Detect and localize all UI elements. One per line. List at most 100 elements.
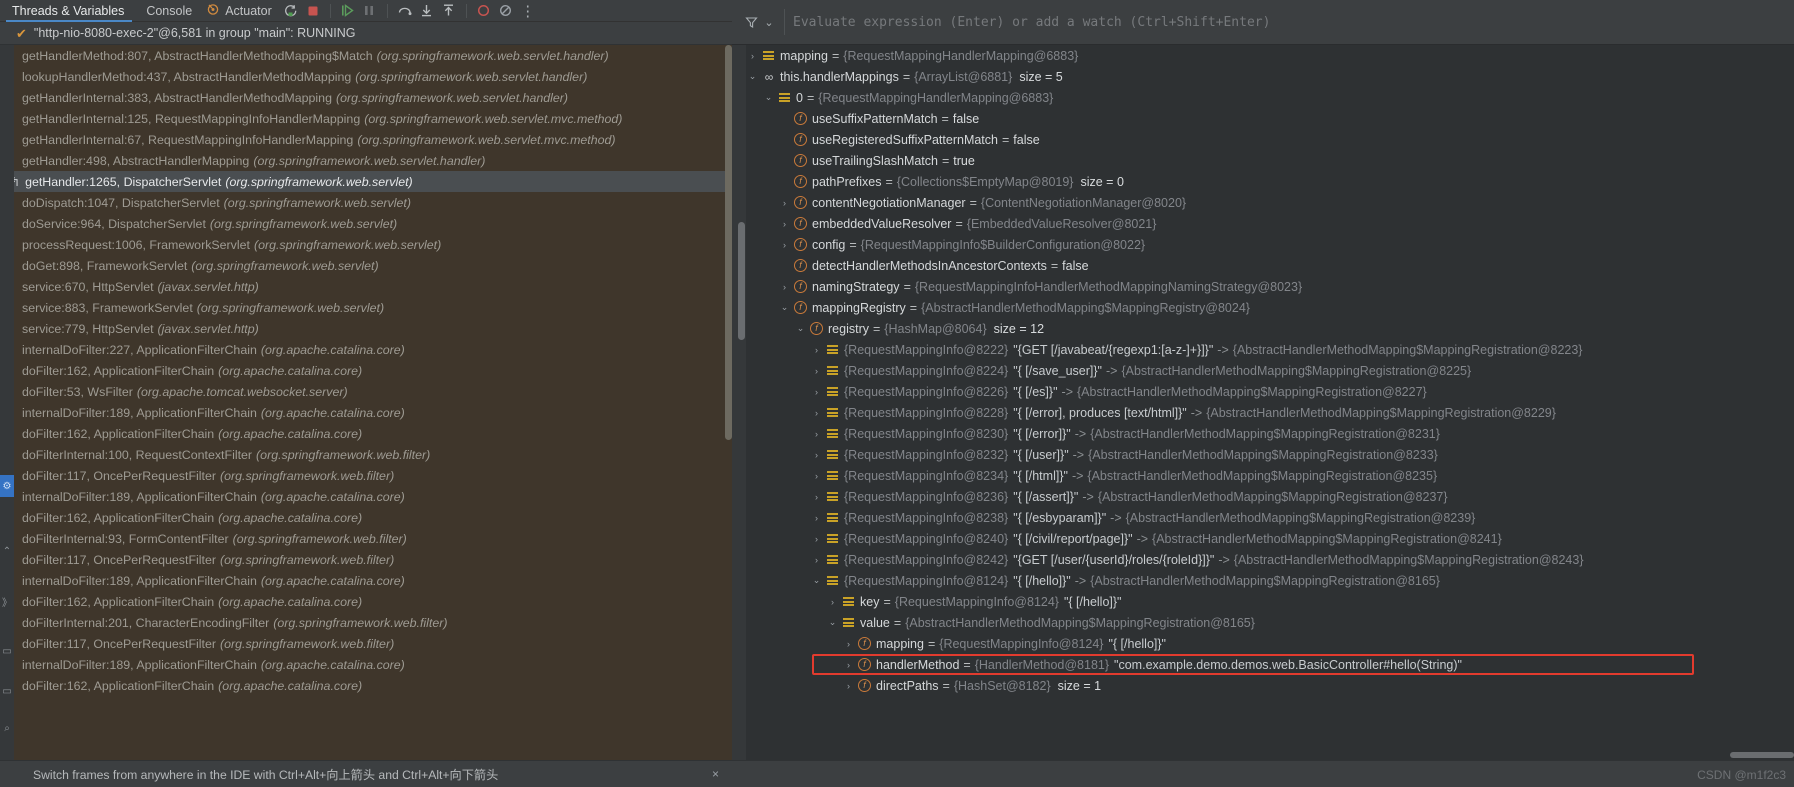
- chevron-right-icon[interactable]: ›: [826, 597, 839, 607]
- frame-strip-icon[interactable]: ▭: [0, 640, 14, 662]
- variable-row[interactable]: › f namingStrategy = {RequestMappingInfoHand…: [732, 276, 1794, 297]
- frame-row[interactable]: internalDoFilter:189, ApplicationFilterC…: [0, 654, 732, 675]
- frame-row[interactable]: doFilter:53, WsFilter (org.apache.tomcat.…: [0, 381, 732, 402]
- resume-program-icon[interactable]: [337, 1, 359, 21]
- chevron-right-icon[interactable]: ›: [810, 471, 823, 481]
- frame-row[interactable]: doFilter:162, ApplicationFilterChain (org…: [0, 675, 732, 696]
- variable-row[interactable]: ⌄ value = {AbstractHandlerMethodMapping$Map…: [732, 612, 1794, 633]
- frame-row[interactable]: doGet:898, FrameworkServlet (org.springfr…: [0, 255, 732, 276]
- chevron-down-icon[interactable]: ⌄: [826, 617, 839, 628]
- chevron-right-icon[interactable]: ›: [778, 282, 791, 292]
- chevron-strip-icon[interactable]: ⌃: [0, 540, 14, 562]
- horizontal-scrollbar[interactable]: [1730, 752, 1794, 758]
- variables-tree[interactable]: › mapping = {RequestMappingHandlerMapping@6…: [732, 45, 1794, 760]
- variable-row[interactable]: › {RequestMappingInfo@8222} "{GET [/javabe…: [732, 339, 1794, 360]
- variable-row[interactable]: › {RequestMappingInfo@8236} "{ [/assert]}"…: [732, 486, 1794, 507]
- frame-row[interactable]: service:883, FrameworkServlet (org.spring…: [0, 297, 732, 318]
- frame-row[interactable]: doFilter:162, ApplicationFilterChain (org…: [0, 507, 732, 528]
- chevron-right-icon[interactable]: ›: [810, 534, 823, 544]
- rerun-icon[interactable]: [280, 1, 302, 21]
- variable-row[interactable]: › f config = {RequestMappingInfo$BuilderConf…: [732, 234, 1794, 255]
- frame-row[interactable]: getHandlerInternal:383, AbstractHandlerM…: [0, 87, 732, 108]
- frame-row[interactable]: getHandlerInternal:125, RequestMappingIn…: [0, 108, 732, 129]
- variable-row[interactable]: ·f useTrailingSlashMatch=true: [732, 150, 1794, 171]
- frames-panel[interactable]: getHandlerMethod:807, AbstractHandlerMet…: [0, 45, 732, 760]
- actuator-button[interactable]: Actuator: [202, 2, 280, 19]
- tab-console[interactable]: Console: [134, 0, 202, 22]
- variable-row[interactable]: › {RequestMappingInfo@8232} "{ [/user]}" ->…: [732, 444, 1794, 465]
- frame-row[interactable]: getHandler:498, AbstractHandlerMapping (o…: [0, 150, 732, 171]
- frame-row[interactable]: doFilter:117, OncePerRequestFilter (org.s…: [0, 465, 732, 486]
- variable-row[interactable]: ·f useRegisteredSuffixPatternMatch=false: [732, 129, 1794, 150]
- view-breakpoints-icon[interactable]: [473, 1, 495, 21]
- frame-row[interactable]: internalDoFilter:189, ApplicationFilterC…: [0, 570, 732, 591]
- thread-status-bar[interactable]: ✔ "http-nio-8080-exec-2"@6,581 in group …: [0, 22, 732, 45]
- variable-row[interactable]: › f mapping = {RequestMappingInfo@8124} "{ [/…: [732, 633, 1794, 654]
- frame-row[interactable]: doDispatch:1047, DispatcherServlet (org.s…: [0, 192, 732, 213]
- chevron-down-icon[interactable]: ⌄: [746, 71, 759, 82]
- chevron-right-icon[interactable]: ›: [810, 366, 823, 376]
- variable-row[interactable]: › {RequestMappingInfo@8242} "{GET [/user/{…: [732, 549, 1794, 570]
- chevron-right-icon[interactable]: ›: [778, 240, 791, 250]
- frame-row[interactable]: doFilter:117, OncePerRequestFilter (org.s…: [0, 633, 732, 654]
- variable-row[interactable]: ·f detectHandlerMethodsInAncestorContexts…: [732, 255, 1794, 276]
- frame-row[interactable]: processRequest:1006, FrameworkServlet (or…: [0, 234, 732, 255]
- chevron-right-icon[interactable]: ›: [778, 198, 791, 208]
- frame-row[interactable]: getHandlerInternal:67, RequestMappingInf…: [0, 129, 732, 150]
- variable-row[interactable]: › f directPaths = {HashSet@8182} size = 1: [732, 675, 1794, 696]
- chevron-right-icon[interactable]: ›: [810, 513, 823, 523]
- variable-row[interactable]: › {RequestMappingInfo@8240} "{ [/civil/rep…: [732, 528, 1794, 549]
- variable-row[interactable]: ⌄ f mappingRegistry = {AbstractHandlerMethod…: [732, 297, 1794, 318]
- variable-row[interactable]: ⌄ {RequestMappingInfo@8124} "{ [/hello]}" -…: [732, 570, 1794, 591]
- frame-row[interactable]: doFilter:117, OncePerRequestFilter (org.s…: [0, 549, 732, 570]
- variable-row[interactable]: › {RequestMappingInfo@8234} "{ [/html]}" ->…: [732, 465, 1794, 486]
- chevron-right-icon[interactable]: ›: [842, 681, 855, 691]
- chevron-right-icon[interactable]: ›: [746, 51, 759, 61]
- variable-row[interactable]: › {RequestMappingInfo@8224} "{ [/save_user…: [732, 360, 1794, 381]
- variable-row[interactable]: › {RequestMappingInfo@8228} "{ [/error], p…: [732, 402, 1794, 423]
- console-strip-icon[interactable]: ▭: [0, 680, 14, 702]
- chevron-right-icon[interactable]: ›: [810, 492, 823, 502]
- chevron-down-icon[interactable]: ⌄: [794, 323, 807, 334]
- chevron-right-icon[interactable]: ›: [842, 660, 855, 670]
- step-strip-icon[interactable]: 》: [0, 590, 14, 612]
- variable-row[interactable]: ·f useSuffixPatternMatch=false: [732, 108, 1794, 129]
- frame-row[interactable]: lookupHandlerMethod:437, AbstractHandler…: [0, 66, 732, 87]
- close-icon[interactable]: ×: [712, 767, 719, 781]
- variable-row[interactable]: ⌄ ∞ this.handlerMappings = {ArrayList@6881} s…: [732, 66, 1794, 87]
- chevron-down-icon[interactable]: ⌄: [778, 302, 791, 313]
- variable-row[interactable]: › {RequestMappingInfo@8226} "{ [/es]}" -> {A…: [732, 381, 1794, 402]
- frame-row[interactable]: doFilterInternal:93, FormContentFilter (o…: [0, 528, 732, 549]
- chevron-down-icon[interactable]: ⌄: [762, 92, 775, 103]
- chevron-right-icon[interactable]: ›: [810, 450, 823, 460]
- chevron-right-icon[interactable]: ›: [810, 387, 823, 397]
- frame-row[interactable]: service:779, HttpServlet (javax.servlet.h…: [0, 318, 732, 339]
- frame-row[interactable]: doFilter:162, ApplicationFilterChain (org…: [0, 591, 732, 612]
- frame-row[interactable]: internalDoFilter:227, ApplicationFilterC…: [0, 339, 732, 360]
- search-strip-icon[interactable]: ⌕: [0, 717, 14, 739]
- stop-icon[interactable]: [302, 1, 324, 21]
- mute-breakpoints-icon[interactable]: [495, 1, 517, 21]
- chevron-right-icon[interactable]: ›: [810, 408, 823, 418]
- debugger-strip-icon[interactable]: ⚙: [0, 475, 14, 497]
- frame-row[interactable]: doService:964, DispatcherServlet (org.spr…: [0, 213, 732, 234]
- frames-list[interactable]: getHandlerMethod:807, AbstractHandlerMet…: [0, 45, 732, 696]
- chevron-right-icon[interactable]: ›: [810, 429, 823, 439]
- variable-row[interactable]: › {RequestMappingInfo@8230} "{ [/error]}" -…: [732, 423, 1794, 444]
- more-options-icon[interactable]: ⋮: [517, 1, 539, 21]
- variable-row[interactable]: ⌄ 0 = {RequestMappingHandlerMapping@6883}: [732, 87, 1794, 108]
- evaluate-expression-input[interactable]: Evaluate expression (Enter) or add a wat…: [793, 15, 1794, 30]
- frame-row[interactable]: internalDoFilter:189, ApplicationFilterC…: [0, 402, 732, 423]
- variable-row[interactable]: › {RequestMappingInfo@8238} "{ [/esbyparam…: [732, 507, 1794, 528]
- pause-program-icon[interactable]: [359, 1, 381, 21]
- chevron-right-icon[interactable]: ›: [810, 345, 823, 355]
- frame-row[interactable]: ↰ getHandler:1265, DispatcherServlet (org.…: [0, 171, 732, 192]
- step-over-icon[interactable]: [394, 1, 416, 21]
- frame-row[interactable]: doFilterInternal:201, CharacterEncodingF…: [0, 612, 732, 633]
- frame-row[interactable]: doFilter:162, ApplicationFilterChain (org…: [0, 360, 732, 381]
- frame-row[interactable]: doFilter:162, ApplicationFilterChain (org…: [0, 423, 732, 444]
- frame-row[interactable]: getHandlerMethod:807, AbstractHandlerMet…: [0, 45, 732, 66]
- frames-scrollbar[interactable]: [725, 45, 732, 440]
- variable-row[interactable]: › mapping = {RequestMappingHandlerMapping@6…: [732, 45, 1794, 66]
- frame-row[interactable]: doFilterInternal:100, RequestContextFilt…: [0, 444, 732, 465]
